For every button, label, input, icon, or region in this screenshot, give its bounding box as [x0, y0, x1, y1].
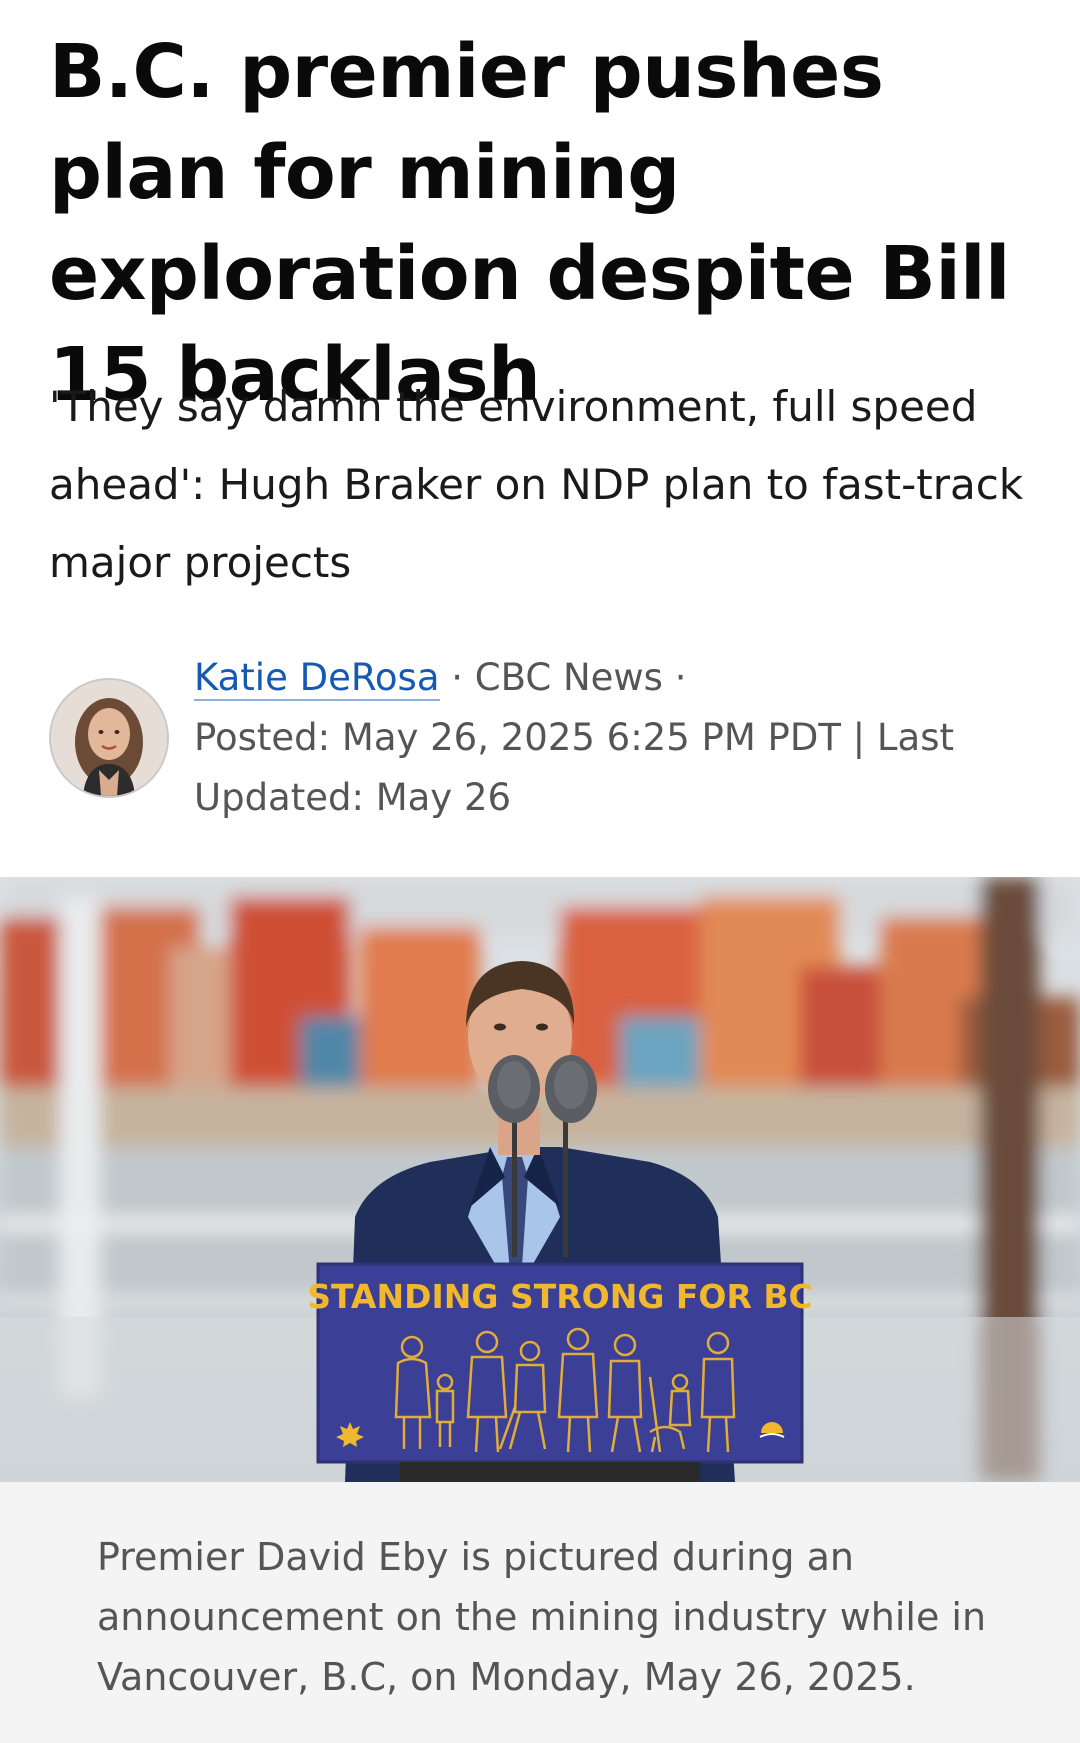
article-deck: 'They say damn the environment, full spe…: [49, 382, 1024, 587]
byline-text: Katie DeRosa · CBC News · Posted: May 26…: [194, 648, 1044, 828]
byline-separator-2: ·: [674, 656, 687, 699]
posted-timestamp: Posted: May 26, 2025 6:25 PM PDT | Last …: [194, 716, 954, 819]
author-link[interactable]: Katie DeRosa: [194, 656, 440, 701]
byline-separator: ·: [451, 656, 464, 699]
article-photo[interactable]: STANDING STRONG FOR BC: [0, 877, 1080, 1482]
byline: Katie DeRosa · CBC News · Posted: May 26…: [49, 648, 1049, 828]
premier-at-podium-image: STANDING STRONG FOR BC: [0, 877, 1080, 1482]
article-page: B.C. premier pushes plan for mining expl…: [0, 0, 1080, 1743]
author-portrait-image: [51, 680, 167, 796]
podium-sign-text: STANDING STRONG FOR BC: [307, 1277, 813, 1316]
article-headline: B.C. premier pushes plan for mining expl…: [49, 29, 1010, 418]
outlet-name: CBC News: [474, 656, 663, 699]
photo-caption: Premier David Eby is pictured during an …: [97, 1535, 987, 1699]
photo-caption-area: Premier David Eby is pictured during an …: [0, 1482, 1080, 1743]
author-avatar[interactable]: [49, 678, 169, 798]
